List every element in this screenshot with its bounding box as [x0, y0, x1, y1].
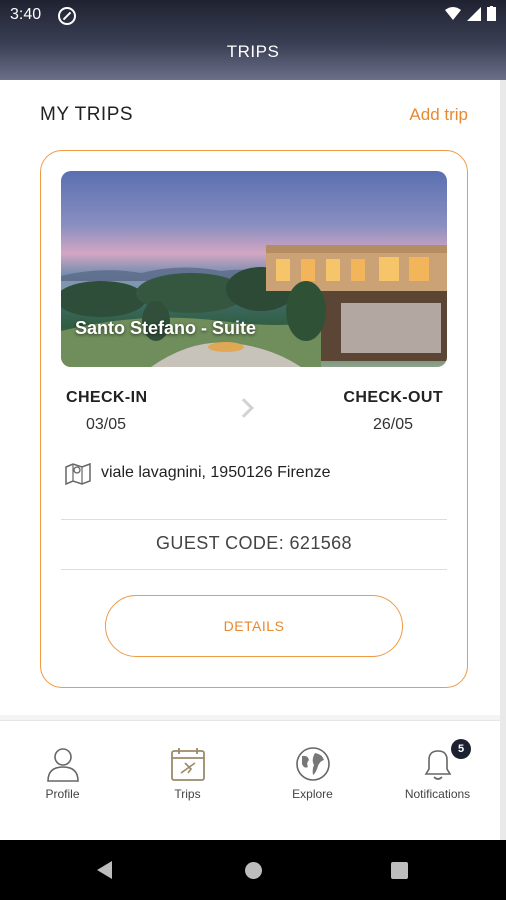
checkin-label: CHECK-IN: [66, 389, 148, 406]
guest-code: GUEST CODE: 621568: [156, 533, 352, 553]
nav-trips-label: Trips: [174, 787, 201, 801]
hotel-image: Santo Stefano - Suite: [61, 171, 447, 367]
trip-card[interactable]: Santo Stefano - Suite CHECK-IN 03/05 CHE…: [40, 150, 468, 688]
address-row: viale lavagnini, 1950126 Firenze: [65, 461, 330, 485]
globe-icon: [296, 747, 330, 781]
divider: [61, 569, 447, 570]
nav-explore[interactable]: Explore: [250, 721, 375, 841]
address-text: viale lavagnini, 1950126 Firenze: [101, 464, 331, 481]
details-button[interactable]: DETAILS: [105, 595, 403, 657]
signal-icon: [467, 6, 481, 21]
wifi-icon: [445, 6, 461, 20]
section-title: MY TRIPS: [40, 104, 134, 125]
notifications-badge: 5: [451, 739, 471, 759]
nav-profile-label: Profile: [45, 787, 80, 801]
checkin-date: 03/05: [86, 416, 127, 433]
status-time: 3:40: [10, 6, 42, 23]
nav-explore-label: Explore: [292, 787, 333, 801]
trips-calendar-icon: [171, 748, 205, 781]
status-icons: [445, 6, 496, 21]
back-icon[interactable]: [97, 861, 112, 879]
hotel-name: Santo Stefano - Suite: [75, 318, 257, 338]
scrollbar-track: [500, 80, 506, 840]
page-title: TRIPS: [226, 42, 280, 61]
bottom-navigation: Profile Trips Explore 5 Notifications: [0, 720, 500, 840]
recent-apps-icon[interactable]: [391, 862, 408, 879]
checkout-label: CHECK-OUT: [343, 389, 443, 406]
do-not-disturb-icon: [58, 7, 76, 25]
add-trip-link[interactable]: Add trip: [409, 105, 468, 125]
nav-notifications[interactable]: 5 Notifications: [375, 721, 500, 841]
battery-icon: [487, 6, 496, 21]
main-content: MY TRIPS Add trip Santo Stefano - Suite …: [0, 80, 500, 720]
person-icon: [47, 748, 79, 782]
nav-trips[interactable]: Trips: [125, 721, 250, 841]
home-icon[interactable]: [245, 862, 262, 879]
chevron-right-icon: [234, 398, 254, 418]
nav-profile[interactable]: Profile: [0, 721, 125, 841]
divider: [61, 519, 447, 520]
trips-panel: MY TRIPS Add trip Santo Stefano - Suite …: [0, 80, 500, 715]
map-icon: [65, 462, 91, 485]
app-header: 3:40 TRIPS: [0, 0, 506, 80]
status-bar: 3:40: [10, 6, 496, 28]
checkout-date: 26/05: [372, 416, 413, 433]
system-navigation-bar: [0, 840, 506, 900]
nav-notifications-label: Notifications: [404, 787, 471, 801]
